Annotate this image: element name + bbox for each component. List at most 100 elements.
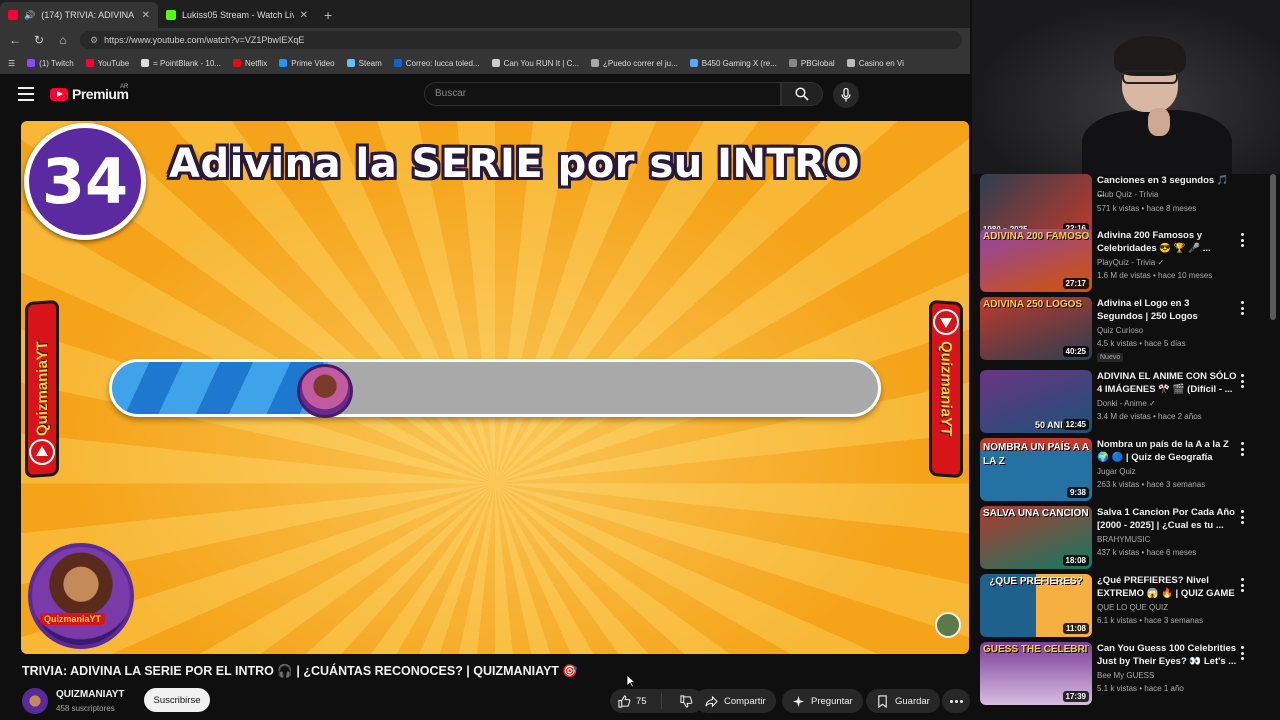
more-options-icon[interactable] bbox=[1236, 646, 1248, 660]
video-thumbnail[interactable]: GUESS THE CELEBRITY 17:39 bbox=[980, 642, 1092, 705]
reload-icon[interactable]: ↻ bbox=[32, 33, 46, 47]
tab-label: (174) TRIVIA: ADIVINA LA SERIE POR EL IN… bbox=[41, 10, 135, 20]
video-player[interactable]: 34 Adivina la SERIE por su INTRO Quizman… bbox=[21, 121, 969, 654]
bookmark-item[interactable]: Prime Video bbox=[279, 59, 335, 68]
bookmark-item[interactable]: Casino en Vi bbox=[846, 59, 904, 68]
video-thumbnail[interactable]: 1980 » 2025 22:16 bbox=[980, 174, 1092, 237]
thumbnail-text: SALVA UNA CANCION bbox=[983, 509, 1089, 519]
duration-badge: 18:08 bbox=[1062, 555, 1089, 566]
recommendation-title[interactable]: Adivina el Logo en 3 Segundos | 250 Logo… bbox=[1097, 297, 1237, 323]
recommendation-item[interactable]: ADIVINA 200 FAMOSOS 27:17 Adivina 200 Fa… bbox=[980, 229, 1270, 293]
recommendation-title[interactable]: ADIVINA EL ANIME CON SÓLO 4 IMÁGENES 🎌 🎬… bbox=[1097, 370, 1237, 396]
bookmark-favicon-icon bbox=[232, 59, 241, 67]
bookmark-item[interactable]: Correo: lucca toled... bbox=[393, 59, 480, 68]
recommendation-channel[interactable]: BRAHYMUSIC bbox=[1097, 535, 1150, 544]
video-thumbnail[interactable]: ¿QUÉ PREFIERES? 11:08 bbox=[980, 574, 1092, 637]
video-overlay-title: Adivina la SERIE por su INTRO bbox=[169, 141, 861, 187]
recommendation-channel[interactable]: Quiz Curioso bbox=[1097, 326, 1143, 335]
bookmark-item[interactable]: Can You RUN It | C... bbox=[491, 59, 579, 68]
ask-button[interactable]: Preguntar bbox=[782, 689, 863, 713]
webcam-overlay bbox=[972, 0, 1280, 174]
recommendation-title[interactable]: Nombra un país de la A a la Z 🌍 🔵 | Quiz… bbox=[1097, 438, 1237, 464]
recommendation-channel[interactable]: Jugar Quiz bbox=[1097, 467, 1136, 476]
voice-search-button[interactable] bbox=[833, 82, 859, 108]
more-options-icon[interactable] bbox=[1236, 578, 1248, 592]
share-label: Compartir bbox=[724, 695, 766, 707]
more-options-icon[interactable] bbox=[1236, 510, 1248, 524]
menu-icon[interactable] bbox=[18, 87, 34, 101]
like-dislike-group: 75 bbox=[610, 689, 704, 713]
subscribe-button[interactable]: Suscribirse bbox=[144, 688, 210, 712]
video-thumbnail[interactable]: 50 ANIMES 12:45 bbox=[980, 370, 1092, 433]
recommendation-channel[interactable]: Donki - Anime ✓ bbox=[1097, 399, 1156, 408]
search-button[interactable] bbox=[781, 82, 823, 106]
thumbnail-text: ADIVINA 200 FAMOSOS bbox=[983, 232, 1089, 242]
bookmark-item[interactable]: (1) Twitch bbox=[27, 59, 74, 68]
bookmark-item[interactable]: PBGlobal bbox=[788, 59, 835, 68]
sidebar-scrollbar[interactable] bbox=[1270, 174, 1276, 320]
bookmark-item[interactable]: Steam bbox=[346, 59, 382, 68]
site-info-icon[interactable]: ⚙ bbox=[90, 35, 98, 46]
more-dot-icon bbox=[954, 699, 958, 703]
video-thumbnail[interactable]: NOMBRA UN PAÍS A A LA Z 9:38 bbox=[980, 438, 1092, 501]
url-field[interactable]: ⚙ https://www.youtube.com/watch?v=VZ1Pbw… bbox=[80, 31, 962, 49]
more-dot-icon bbox=[949, 699, 953, 703]
recommendation-title[interactable]: Can You Guess 100 Celebrities Just by Th… bbox=[1097, 642, 1237, 668]
more-actions-button[interactable] bbox=[942, 689, 970, 713]
recommendation-item[interactable]: SALVA UNA CANCION 18:08 Salva 1 Cancion … bbox=[980, 506, 1270, 570]
recommendation-item[interactable]: NOMBRA UN PAÍS A A LA Z 9:38 Nombra un p… bbox=[980, 438, 1270, 502]
kick-favicon-icon bbox=[166, 10, 176, 20]
more-options-icon[interactable] bbox=[1236, 374, 1248, 388]
more-options-icon[interactable] bbox=[1236, 301, 1248, 315]
quiz-progress-bar bbox=[109, 359, 881, 417]
share-button[interactable]: Compartir bbox=[695, 689, 776, 713]
recommendation-channel[interactable]: PlayQuiz - Trivia ✓ bbox=[1097, 258, 1164, 267]
recommendation-channel[interactable]: QUE LO QUE QUIZ bbox=[1097, 603, 1168, 612]
recommendation-item[interactable]: ADIVINA 250 LOGOS 40:25 Adivina el Logo … bbox=[980, 297, 1270, 362]
recommendation-title[interactable]: Adivina 200 Famosos y Celebridades 😎 🏆 🎤… bbox=[1097, 229, 1237, 255]
country-code: AR bbox=[120, 84, 129, 90]
more-options-icon[interactable] bbox=[1236, 233, 1248, 247]
tab-kick[interactable]: Lukiss05 Stream - Watch Live on Kick ✕ bbox=[158, 2, 316, 28]
save-label: Guardar bbox=[895, 695, 930, 707]
search-input[interactable]: Buscar bbox=[424, 82, 781, 106]
bookmark-item[interactable]: = PointBlank - 10... bbox=[141, 59, 221, 68]
dislike-button[interactable] bbox=[668, 694, 693, 708]
youtube-logo[interactable]: Premium bbox=[50, 86, 129, 102]
video-thumbnail[interactable]: ADIVINA 250 LOGOS 40:25 bbox=[980, 297, 1092, 360]
bookmark-favicon-icon bbox=[27, 59, 36, 67]
close-tab-icon[interactable]: ✕ bbox=[300, 10, 308, 21]
new-tab-button[interactable]: + bbox=[324, 7, 332, 28]
bookmark-item[interactable]: Netflix bbox=[232, 59, 267, 68]
recommendation-item[interactable]: 50 ANIMES 12:45 ADIVINA EL ANIME CON SÓL… bbox=[980, 370, 1270, 434]
back-icon[interactable]: ← bbox=[8, 33, 22, 47]
video-thumbnail[interactable]: SALVA UNA CANCION 18:08 bbox=[980, 506, 1092, 569]
bookmark-item[interactable]: ¿Puedo correr el ju... bbox=[591, 59, 678, 68]
bookmark-item[interactable]: YouTube bbox=[85, 59, 129, 68]
video-thumbnail[interactable]: ADIVINA 200 FAMOSOS 27:17 bbox=[980, 229, 1092, 292]
like-button[interactable]: 75 bbox=[610, 693, 662, 709]
more-options-icon[interactable] bbox=[1236, 442, 1248, 456]
recommendation-item[interactable]: GUESS THE CELEBRITY 17:39 Can You Guess … bbox=[980, 642, 1270, 706]
recommendation-meta: 5.1 k vistas • hace 1 año bbox=[1097, 684, 1184, 693]
recommendation-channel[interactable]: Club Quiz - Trivia bbox=[1097, 190, 1158, 199]
bookmarks-menu-icon[interactable]: ☰ bbox=[8, 59, 15, 68]
home-icon[interactable]: ⌂ bbox=[56, 33, 70, 47]
tab-youtube[interactable]: 🔊 (174) TRIVIA: ADIVINA LA SERIE POR EL … bbox=[0, 2, 158, 28]
channel-avatar[interactable] bbox=[22, 688, 48, 714]
bookmark-item[interactable]: B450 Gaming X (re... bbox=[689, 59, 777, 68]
close-tab-icon[interactable]: ✕ bbox=[142, 10, 150, 21]
recommendation-meta: 3.4 M de vistas • hace 2 años bbox=[1097, 412, 1202, 421]
share-icon bbox=[705, 695, 718, 707]
recommendation-title[interactable]: Salva 1 Cancion Por Cada Año [2000 - 202… bbox=[1097, 506, 1237, 532]
recommendation-channel[interactable]: Bee My GUESS bbox=[1097, 671, 1154, 680]
save-button[interactable]: Guardar bbox=[866, 689, 940, 713]
channel-name[interactable]: QUIZMANIAYT bbox=[56, 689, 125, 700]
webcam-person-hand bbox=[1148, 108, 1170, 136]
youtube-header: Premium AR Buscar bbox=[0, 74, 970, 116]
progress-avatar-knob bbox=[297, 364, 353, 418]
recommendation-title[interactable]: ¿Qué PREFIERES? Nivel EXTREMO 😱 🔥 | QUIZ… bbox=[1097, 574, 1237, 600]
recommendation-meta: 437 k vistas • hace 6 meses bbox=[1097, 548, 1197, 557]
channel-watermark-icon[interactable] bbox=[935, 612, 961, 638]
recommendation-item[interactable]: ¿QUÉ PREFIERES? 11:08 ¿Qué PREFIERES? Ni… bbox=[980, 574, 1270, 638]
